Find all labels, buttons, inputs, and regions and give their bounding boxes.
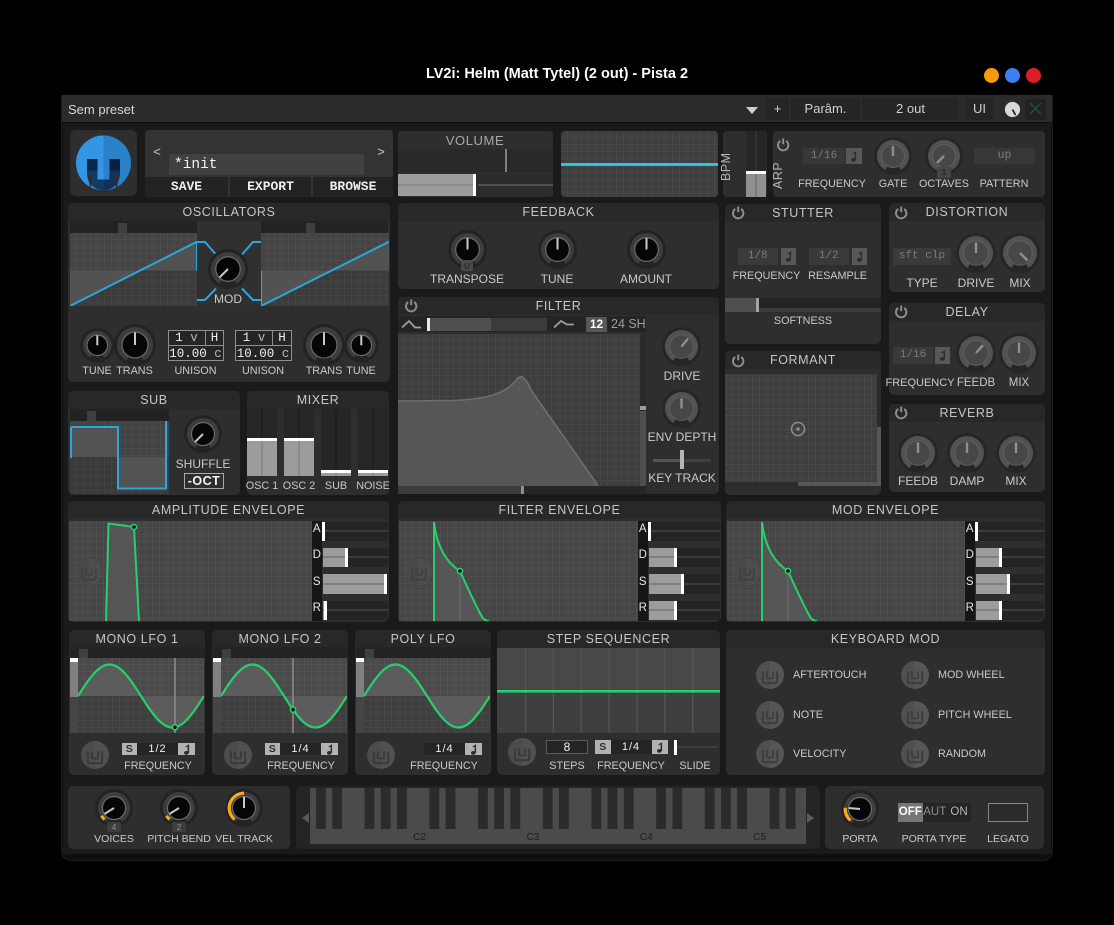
svg-text:C4: C4 (640, 832, 653, 843)
svg-text:C3: C3 (527, 832, 540, 843)
svg-text:C2: C2 (413, 832, 426, 843)
